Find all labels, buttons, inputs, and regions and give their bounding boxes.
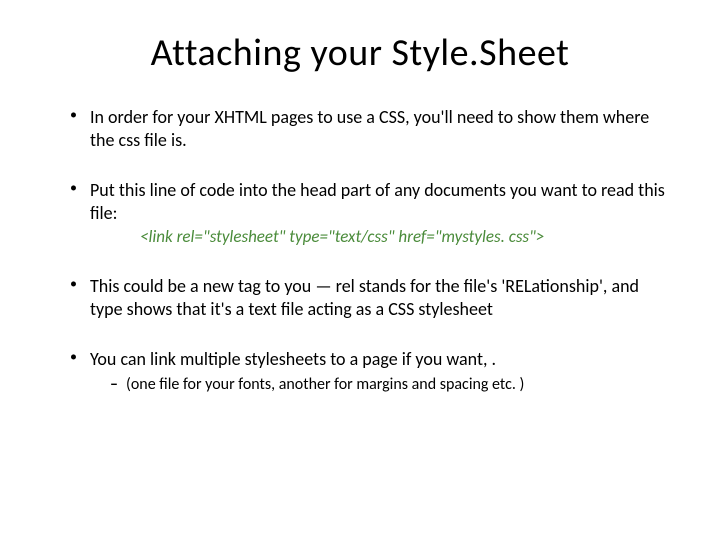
sub-bullet-list: (one file for your fonts, another for ma… — [90, 375, 670, 396]
code-example: <link rel="stylesheet" type="text/css" h… — [90, 226, 670, 247]
bullet-item-4: You can link multiple stylesheets to a p… — [74, 348, 670, 395]
bullet-item-2: Put this line of code into the head part… — [74, 179, 670, 247]
bullet-item-3: This could be a new tag to you — rel sta… — [74, 275, 670, 320]
bullet-list: In order for your XHTML pages to use a C… — [50, 106, 670, 396]
sub-bullet-text: (one file for your fonts, another for ma… — [126, 375, 524, 394]
sub-bullet-item: (one file for your fonts, another for ma… — [110, 375, 670, 396]
bullet-text-1: In order for your XHTML pages to use a C… — [90, 106, 649, 151]
bullet-item-1: In order for your XHTML pages to use a C… — [74, 106, 670, 151]
slide-title: Attaching your Style.Sheet — [50, 30, 670, 76]
bullet-text-3: This could be a new tag to you — rel sta… — [90, 275, 639, 320]
bullet-text-2: Put this line of code into the head part… — [90, 179, 665, 224]
bullet-text-4: You can link multiple stylesheets to a p… — [90, 348, 496, 370]
